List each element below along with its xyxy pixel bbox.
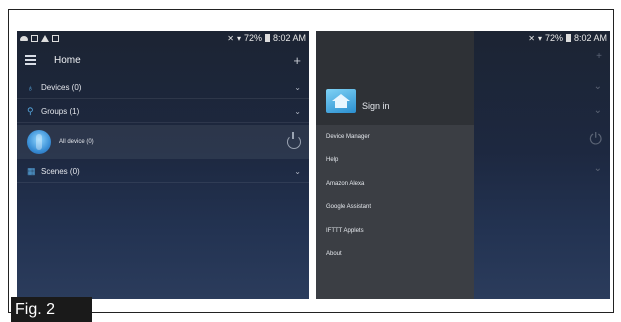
figure-caption: Fig. 2	[11, 297, 92, 322]
clock: 8:02 AM	[573, 33, 607, 43]
notification-icon	[52, 34, 59, 42]
groups-row[interactable]: ⚲ Groups (1) ⌄	[17, 101, 309, 123]
cloud-icon	[20, 35, 28, 41]
mute-icon: ✕	[227, 33, 234, 43]
group-bulb-icon	[27, 130, 51, 154]
battery-icon	[264, 34, 270, 42]
drawer-menu: Device Manager Help Amazon Alexa Google …	[316, 125, 474, 266]
menu-item-about[interactable]: About	[316, 243, 474, 267]
wifi-icon: ▾	[537, 33, 542, 43]
gallery-icon	[31, 34, 38, 42]
menu-item-help[interactable]: Help	[316, 149, 474, 173]
status-bar: ✕ ▾ 72% 8:02 AM	[17, 31, 309, 45]
wifi-icon: ▾	[236, 33, 241, 43]
menu-item-device-manager[interactable]: Device Manager	[316, 125, 474, 149]
bulb-icon: ♁	[27, 82, 34, 93]
battery-percent: 72%	[243, 33, 262, 43]
chevron-down-icon: ⌄	[294, 167, 301, 176]
power-icon: ⏻	[589, 131, 602, 148]
magic-home-logo-icon	[326, 89, 356, 113]
drawer-header: Sign in	[316, 31, 474, 125]
devices-row[interactable]: ♁ Devices (0) ⌄	[17, 77, 309, 99]
scenes-label: Scenes (0)	[41, 167, 80, 176]
chevron-down-icon: ⌄	[593, 81, 602, 92]
drawer-screen: + ⌄ ⌄ ⏻ ⌄ ✕ ▾ 72% 8:02 AM Sign in Device	[316, 31, 610, 299]
mute-icon: ✕	[528, 33, 535, 43]
menu-item-ifttt-applets[interactable]: IFTTT Applets	[316, 219, 474, 243]
add-icon[interactable]: +	[293, 53, 301, 68]
menu-item-amazon-alexa[interactable]: Amazon Alexa	[316, 172, 474, 196]
navigation-drawer: Sign in Device Manager Help Amazon Alexa…	[316, 31, 474, 299]
groups-label: Groups (1)	[41, 107, 80, 116]
all-device-label: All device (0)	[59, 139, 94, 145]
menu-item-google-assistant[interactable]: Google Assistant	[316, 196, 474, 220]
app-bar: Home +	[17, 45, 309, 75]
home-screen: ✕ ▾ 72% 8:02 AM Home + ♁ Devices (0) ⌄ ⚲…	[17, 31, 309, 299]
battery-icon	[565, 34, 571, 42]
chevron-down-icon: ⌄	[294, 83, 301, 92]
chevron-down-icon: ⌄	[294, 107, 301, 116]
groups-icon: ⚲	[27, 106, 34, 116]
all-device-card[interactable]: All device (0)	[17, 125, 309, 159]
sign-in-link[interactable]: Sign in	[362, 101, 390, 111]
menu-icon[interactable]	[25, 55, 36, 65]
devices-label: Devices (0)	[41, 83, 82, 92]
clock: 8:02 AM	[272, 33, 306, 43]
scenes-icon: ▦	[27, 166, 36, 176]
power-icon[interactable]	[287, 132, 301, 149]
warning-icon	[41, 34, 49, 42]
page-title: Home	[54, 54, 81, 66]
scenes-row[interactable]: ▦ Scenes (0) ⌄	[17, 161, 309, 183]
chevron-down-icon: ⌄	[593, 105, 602, 116]
add-icon: +	[596, 51, 602, 62]
battery-percent: 72%	[544, 33, 563, 43]
chevron-down-icon: ⌄	[593, 163, 602, 174]
